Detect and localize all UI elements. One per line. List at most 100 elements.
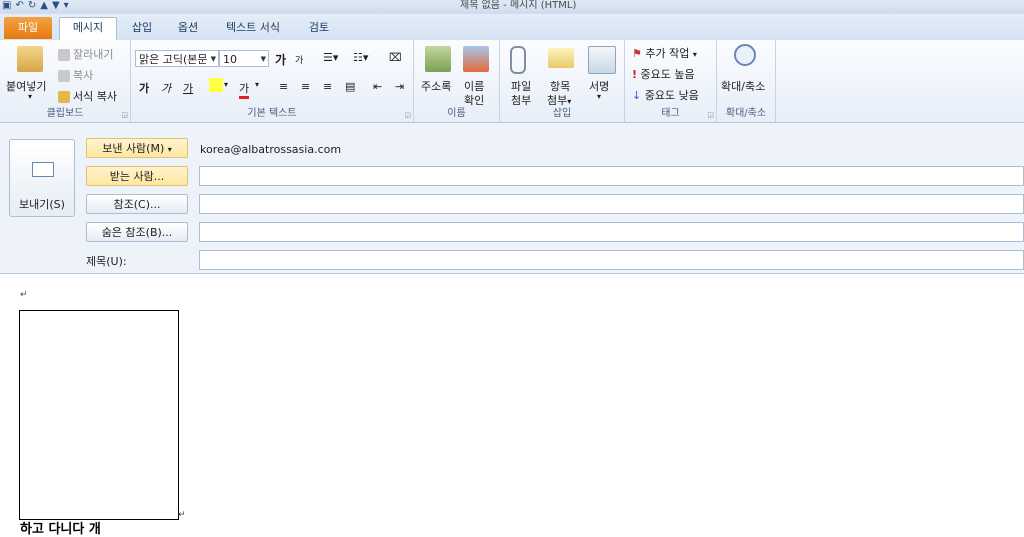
scissors-icon [58,49,70,61]
font-name-combo[interactable]: 맑은 고딕(본문 ▼ [135,50,219,67]
envelope-icon[interactable] [548,48,574,68]
highlight-dropdown-icon[interactable]: ▾ [224,80,228,89]
dialog-launcher-icon[interactable]: ◲ [707,111,714,119]
compose-header: 보내기(S) 보낸 사람(M) ▾ korea@albatrossasia.co… [0,123,1024,274]
body-partial-text: 하고 다니다 개 [20,522,101,537]
tab-options[interactable]: 옵션 [169,18,207,40]
exclamation-icon: ! [632,68,638,81]
clear-format-icon[interactable]: ⌧ [389,51,402,64]
zoom-group: 확대/축소 확대/축소 [717,40,776,122]
font-name-value: 맑은 고딕(본문 [139,53,208,66]
font-size-combo[interactable]: 10 ▼ [219,50,269,67]
paste-dropdown-icon[interactable]: ▾ [28,92,32,101]
names-group: 주소록 이름 확인 이름 [414,40,500,122]
italic-button[interactable]: 가 [161,80,171,96]
decrease-indent-icon[interactable]: ⇤ [373,80,382,93]
cc-field[interactable] [199,194,1024,214]
align-right-icon[interactable]: ≡ [323,80,332,93]
chevron-down-icon: ▾ [567,97,572,106]
message-body[interactable]: ↵ ↵ 하고 다니다 개 [0,274,1024,537]
copy-label: 복사 [73,69,94,82]
save-icon[interactable]: ▣ [2,0,11,12]
highlight-icon[interactable] [209,78,223,92]
names-group-label: 이름 [447,108,466,119]
magnifier-icon[interactable] [734,44,756,66]
format-painter-label: 서식 복사 [73,90,117,103]
grow-font-button[interactable]: 가 [275,51,286,68]
envelope-send-icon [32,162,54,177]
insert-group: 파일 첨부 항목 첨부▾ 서명 ▾ 삽입 [500,40,625,122]
down-arrow-icon[interactable]: ▼ [52,0,60,12]
send-button[interactable]: 보내기(S) [9,139,75,217]
tab-file[interactable]: 파일 [4,17,52,39]
signature-dropdown-icon[interactable]: ▾ [597,92,601,101]
copy-button[interactable]: 복사 [58,67,93,83]
low-importance-button[interactable]: ↓ 중요도 낮음 [632,87,699,103]
clipboard-group-label: 클립보드 [46,108,84,119]
tab-format-text[interactable]: 텍스트 서식 [216,18,290,40]
address-book-icon[interactable] [425,46,451,72]
bold-button[interactable]: 가 [139,80,149,96]
paste-button[interactable]: 붙여넣기 [6,78,46,94]
address-book-button[interactable]: 주소록 [421,78,451,94]
up-arrow-icon[interactable]: ▲ [40,0,48,12]
basic-text-group-label: 기본 텍스트 [247,108,297,119]
basic-text-group: 맑은 고딕(본문 ▼ 10 ▼ 가 가 ☰▾ ☷▾ ⌧ 가 가 가 ▾ 가 ▾ ≡ … [131,40,414,122]
zoom-group-label: 확대/축소 [725,108,767,119]
align-center-icon[interactable]: ≡ [301,80,310,93]
justify-icon[interactable]: ▤ [345,80,355,93]
cc-button[interactable]: 참조(C)... [86,194,188,214]
dialog-launcher-icon[interactable]: ◲ [121,111,128,119]
font-size-value: 10 [223,53,237,66]
paintbrush-icon [58,91,70,103]
from-address: korea@albatrossasia.com [200,143,342,156]
shrink-font-button[interactable]: 가 [295,53,303,66]
bcc-button[interactable]: 숨은 참조(B)... [86,222,188,242]
dialog-launcher-icon[interactable]: ◲ [404,111,411,119]
paragraph-mark-icon: ↵ [178,510,186,520]
subject-label: 제목(U): [86,255,127,268]
zoom-button[interactable]: 확대/축소 [721,78,765,94]
numbering-icon[interactable]: ☷▾ [353,51,368,64]
tab-insert[interactable]: 삽입 [123,18,161,40]
window-title: 제목 없음 - 메시지 (HTML) [460,0,577,11]
inserted-box[interactable] [19,310,179,520]
tags-group-label: 태그 [661,108,680,119]
tab-review[interactable]: 검토 [300,18,338,40]
ribbon: 붙여넣기 ▾ 잘라내기 복사 서식 복사 클립보드 ◲ 맑은 고딕(본문 ▼ 10… [0,40,1024,123]
font-color-dropdown-icon[interactable]: ▾ [255,80,259,89]
chevron-down-icon: ▼ [260,55,266,63]
to-button[interactable]: 받는 사람... [86,166,188,186]
redo-icon[interactable]: ↻ [28,0,36,12]
subject-field[interactable] [199,250,1024,270]
tab-message[interactable]: 메시지 [59,17,117,41]
customize-qat-icon[interactable]: ▾ [64,0,69,12]
chevron-down-icon: ▾ [692,50,697,59]
paperclip-icon[interactable] [510,46,526,74]
increase-indent-icon[interactable]: ⇥ [395,80,404,93]
bullets-icon[interactable]: ☰▾ [323,51,338,64]
low-importance-label: 중요도 낮음 [644,89,699,102]
flag-icon: ⚑ [632,47,642,60]
undo-icon[interactable]: ↶ [15,0,23,12]
from-button[interactable]: 보낸 사람(M) ▾ [86,138,188,158]
underline-button[interactable]: 가 [183,80,193,96]
high-importance-label: 중요도 높음 [640,68,695,81]
to-field[interactable] [199,166,1024,186]
from-label: 보낸 사람(M) [102,142,165,155]
signature-icon[interactable] [588,46,616,74]
clipboard-group: 붙여넣기 ▾ 잘라내기 복사 서식 복사 클립보드 ◲ [0,40,131,122]
cut-button[interactable]: 잘라내기 [58,46,113,62]
align-left-icon[interactable]: ≡ [279,80,288,93]
high-importance-button[interactable]: ! 중요도 높음 [632,66,695,82]
send-label: 보내기(S) [19,198,65,211]
paste-icon[interactable] [17,46,43,72]
font-color-button[interactable]: 가 [239,80,250,99]
follow-up-label: 추가 작업 [645,47,690,60]
format-painter-button[interactable]: 서식 복사 [58,88,117,104]
chevron-down-icon: ▼ [210,55,216,63]
bcc-field[interactable] [199,222,1024,242]
check-names-icon[interactable] [463,46,489,72]
chevron-down-icon: ▾ [167,145,172,154]
follow-up-button[interactable]: ⚑ 추가 작업 ▾ [632,45,697,61]
